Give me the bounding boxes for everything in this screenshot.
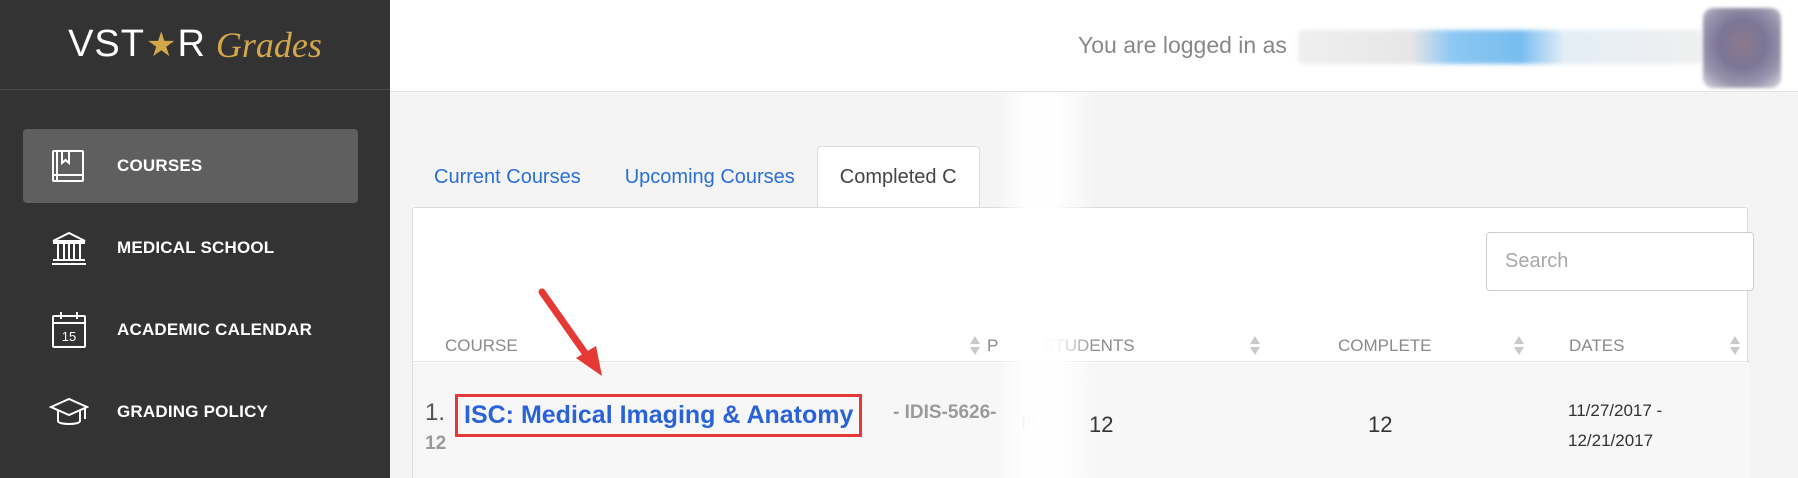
avatar[interactable] [1703,8,1781,88]
column-label: STUDENTS [1043,336,1135,355]
table-header: COURSE P STUDENTS COMPLETE DATES [413,330,1749,362]
building-columns-icon [49,228,89,268]
column-label: P [987,336,999,355]
sidebar-item-label: GRADING POLICY [117,402,269,421]
column-label: DATES [1569,336,1625,355]
top-header: You are logged in as [390,0,1798,92]
search-input[interactable] [1486,232,1754,291]
app-logo[interactable]: VST ★ R Grades [0,0,390,90]
calendar-icon: 15 [49,310,89,350]
students-cell: 12 [1089,412,1114,437]
column-header-students[interactable]: STUDENTS [1043,330,1135,362]
course-code-continued: 12 [425,433,447,454]
sidebar-item-courses[interactable]: COURSES [23,129,358,203]
tab-upcoming-courses[interactable]: Upcoming Courses [603,146,817,208]
column-header-p[interactable]: P [987,330,998,362]
logo-script-text: Grades [215,24,322,65]
sidebar-item-label: MEDICAL SCHOOL [117,238,275,257]
column-header-dates[interactable]: DATES [1569,330,1624,362]
date-start: 11/27/2017 - [1568,401,1663,420]
graduation-cap-icon [49,392,89,432]
sort-icon[interactable] [1729,335,1741,357]
sidebar-item-label: ACADEMIC CALENDAR [117,320,313,339]
date-end: 12/21/2017 [1568,431,1654,450]
tab-completed-courses[interactable]: Completed C [816,146,980,208]
svg-text:15: 15 [62,329,76,344]
sidebar-item-academic-calendar[interactable]: 15 ACADEMIC CALENDAR [23,293,358,367]
courses-panel: COURSE P STUDENTS COMPLETE DATES 1. ISC:… [412,207,1754,478]
column-header-complete[interactable]: COMPLETE [1338,330,1432,362]
column-header-course[interactable]: COURSE [445,330,518,362]
logo-star-icon: ★ [145,25,177,64]
sort-icon[interactable] [969,335,981,357]
sort-icon[interactable] [1249,335,1261,357]
course-title-link[interactable]: ISC: Medical Imaging & Anatomy [455,394,863,437]
sidebar-item-grading-policy[interactable]: GRADING POLICY [23,375,358,449]
table-row: 1. ISC: Medical Imaging & Anatomy - IDIS… [413,363,1749,478]
column-label: COMPLETE [1338,336,1432,355]
dates-cell: 11/27/2017 - 12/21/2017 [1568,396,1662,456]
sort-icon[interactable] [1513,335,1525,357]
user-name-redacted [1298,30,1702,64]
book-icon [49,146,89,186]
sidebar-item-label: COURSES [117,156,203,175]
sidebar: VST ★ R Grades COURSES MEDICAL SCHOOL 15… [0,0,390,478]
column-label: COURSE [445,336,518,355]
main-content: Current Courses Upcoming Courses Complet… [390,93,1798,478]
sidebar-item-medical-school[interactable]: MEDICAL SCHOOL [23,211,358,285]
course-code: - IDIS-5626- [893,402,997,423]
row-index: 1. [425,399,446,426]
logo-text-right: R [177,23,206,65]
sidebar-nav: COURSES MEDICAL SCHOOL 15 ACADEMIC CALEN… [23,129,358,457]
tab-current-courses[interactable]: Current Courses [412,146,603,208]
logo-text-left: VST [68,23,145,65]
partial-cell: In [1021,413,1037,434]
logged-in-text: You are logged in as [1078,32,1287,58]
course-tabs: Current Courses Upcoming Courses Complet… [412,146,980,208]
complete-cell: 12 [1368,412,1393,437]
